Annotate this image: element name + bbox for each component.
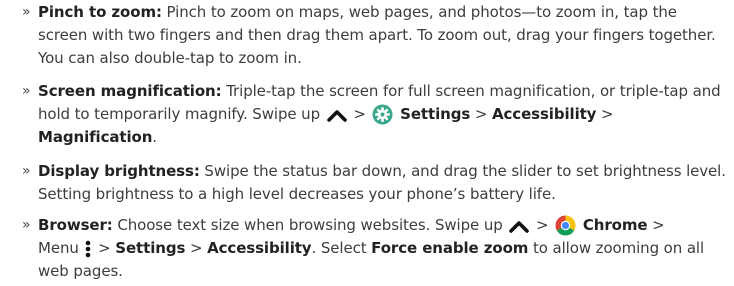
- chrome-icon: [555, 215, 576, 236]
- item-title: Browser:: [38, 216, 113, 234]
- bullet-marker: »: [22, 217, 31, 233]
- item-title: Screen magnification:: [38, 82, 222, 100]
- list-item-screen-magnification: » Screen magnification: Triple-tap the s…: [22, 80, 728, 149]
- vertical-dots-menu-icon: [85, 240, 91, 258]
- settings-gear-icon: [372, 104, 393, 125]
- force-enable-zoom-label: Force enable zoom: [371, 239, 529, 257]
- path-separator: >: [536, 216, 549, 234]
- settings-label: Settings: [115, 239, 186, 257]
- bullet-marker: »: [22, 4, 31, 20]
- accessibility-label: Accessibility: [207, 239, 312, 257]
- path-separator: >: [189, 239, 203, 257]
- item-title: Display brightness:: [38, 162, 200, 180]
- item-title: Pinch to zoom:: [38, 3, 162, 21]
- item-end: .: [152, 128, 157, 146]
- chevron-up-icon: [509, 219, 530, 233]
- path-separator: >: [474, 105, 488, 123]
- path-separator: >: [98, 239, 111, 257]
- accessibility-label: Accessibility: [491, 105, 597, 123]
- list-item-display-brightness: » Display brightness: Swipe the status b…: [22, 160, 728, 206]
- path-separator: >: [652, 216, 665, 234]
- list-item-pinch-to-zoom: » Pinch to zoom: Pinch to zoom on maps, …: [22, 1, 728, 70]
- bullet-marker: »: [22, 83, 31, 99]
- item-text: . Select: [311, 239, 367, 257]
- settings-label: Settings: [400, 105, 471, 123]
- magnification-label: Magnification: [38, 128, 153, 146]
- list-item-browser: » Browser: Choose text size when browsin…: [22, 214, 728, 283]
- chevron-up-icon: [326, 108, 347, 122]
- path-separator: >: [601, 105, 614, 123]
- item-text: Choose text size when browsing websites.…: [117, 216, 503, 234]
- chrome-label: Chrome: [582, 216, 648, 234]
- path-separator: >: [353, 105, 366, 123]
- menu-label: Menu: [38, 239, 79, 257]
- bullet-marker: »: [22, 163, 31, 179]
